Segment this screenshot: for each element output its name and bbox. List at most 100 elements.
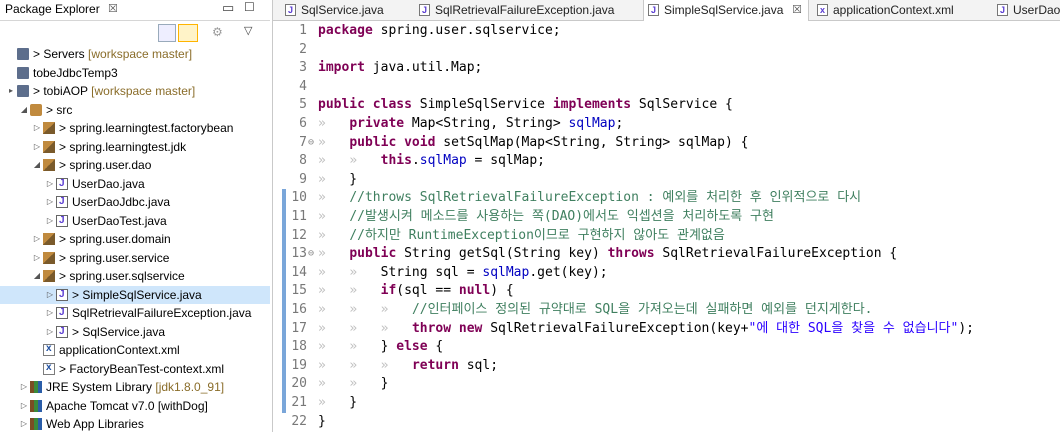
package-explorer-tab[interactable]: Package Explorer ☒ ▭ ☐	[0, 0, 270, 21]
editor-tab-label: SqlService.java	[301, 3, 384, 17]
close-icon[interactable]: ☒	[792, 0, 802, 20]
link-with-editor-icon[interactable]	[178, 24, 198, 42]
line-number: 12	[291, 227, 307, 243]
code-area[interactable]: 1 package spring.user.sqlservice; 2 3 import…	[273, 22, 1060, 432]
tree-item[interactable]: tobeJdbcTemp3	[0, 64, 270, 82]
project-icon	[17, 66, 29, 79]
code-line[interactable]: 2	[273, 41, 1060, 60]
tree-item[interactable]: ▷ > SimpleSqlService.java	[0, 285, 270, 304]
expand-toggle-icon[interactable]: ▷	[19, 378, 29, 396]
tree-item-label: > spring.user.domain	[59, 232, 171, 246]
expand-toggle-icon[interactable]: ▷	[32, 249, 42, 267]
line-number: 21	[291, 395, 307, 410]
code-line[interactable]: 10 » //throws SqlRetrievalFailureExceptio…	[273, 189, 1060, 208]
code-line[interactable]: 18 » » } else {	[273, 338, 1060, 357]
editor-tab[interactable]: J SqlRetrievalFailureException.java	[415, 0, 635, 20]
expand-toggle-icon[interactable]: ▷	[32, 138, 42, 156]
expand-toggle-icon[interactable]: ▷	[45, 175, 55, 193]
tree-item[interactable]: ▷ > SqlService.java	[0, 323, 270, 341]
library-icon	[30, 381, 42, 393]
code-line[interactable]: 22}	[273, 413, 1060, 432]
code-line[interactable]: 17 » » » throw new SqlRetrievalFailureExc…	[273, 320, 1060, 339]
tree-item[interactable]: ▷ UserDaoTest.java	[0, 212, 270, 230]
editor-tab[interactable]: J SimpleSqlService.java ☒	[643, 0, 809, 21]
tree-item[interactable]: ▷ Web App Libraries	[0, 415, 270, 432]
java-icon	[56, 212, 68, 230]
code-line[interactable]: 12 » //하지만 RuntimeException이므로 구현하지 않아도 관…	[273, 227, 1060, 246]
tree-item[interactable]: ▷ Apache Tomcat v7.0 [withDog]	[0, 397, 270, 415]
code-line[interactable]: 19 » » » return sql;	[273, 357, 1060, 376]
editor-tab[interactable]: J SqlService.java	[281, 0, 409, 20]
xml-icon	[43, 340, 55, 358]
editor-tab-label: applicationContext.xml	[833, 3, 954, 17]
code-line[interactable]: 7 ⊖» public void setSqlMap(Map<String, St…	[273, 134, 1060, 153]
code-text: » » this.sqlMap = sqlMap;	[318, 153, 546, 169]
editor-tab[interactable]: x applicationContext.xml	[813, 0, 983, 20]
code-line[interactable]: 4	[273, 78, 1060, 97]
java-icon	[56, 323, 68, 341]
tree-item[interactable]: ▷ UserDao.java	[0, 175, 270, 193]
code-line[interactable]: 15 » » if(sql == null) {	[273, 282, 1060, 301]
editor-tab-label: UserDao	[1013, 3, 1060, 17]
code-line[interactable]: 11 » //발생시켜 메소드를 사용하는 쪽(DAO)에서도 익셉션을 처리하도…	[273, 208, 1060, 227]
code-line[interactable]: 13 ⊖» public String getSql(String key) th…	[273, 245, 1060, 264]
expand-toggle-icon[interactable]: ◢	[19, 101, 29, 119]
code-text: package spring.user.sqlservice;	[318, 23, 561, 38]
tree-item[interactable]: ▷ > spring.user.service	[0, 249, 270, 267]
editor-tab[interactable]: J UserDao	[993, 0, 1060, 20]
tree-item[interactable]: applicationContext.xml	[0, 340, 270, 359]
expand-toggle-icon[interactable]: ▷	[45, 323, 55, 341]
tree-item[interactable]: ▷ SqlRetrievalFailureException.java	[0, 304, 270, 322]
tree-item[interactable]: ◢ > src	[0, 101, 270, 119]
tree-item[interactable]: ▷ JRE System Library [jdk1.8.0_91]	[0, 378, 270, 396]
code-line[interactable]: 21 » }	[273, 394, 1060, 413]
tree-item[interactable]: ▷ UserDaoJdbc.java	[0, 193, 270, 211]
tree-item-label: > Servers [workspace master]	[33, 47, 193, 61]
code-text: » » } else {	[318, 339, 444, 355]
tree-item[interactable]: ◢ > spring.user.sqlservice	[0, 267, 270, 285]
tree-item[interactable]: ▷ > spring.user.domain	[0, 230, 270, 248]
minimize-icon[interactable]: ▭	[222, 0, 234, 16]
view-menu-icon[interactable]: ▽	[244, 24, 260, 40]
expand-toggle-icon[interactable]: ◢	[32, 267, 42, 285]
close-icon[interactable]: ☒	[108, 2, 118, 15]
tree-item-label: > spring.user.sqlservice	[59, 269, 185, 283]
expand-toggle-icon[interactable]: ▷	[32, 230, 42, 248]
maximize-icon[interactable]: ☐	[244, 0, 255, 14]
expand-toggle-icon[interactable]: ▷	[19, 415, 29, 432]
code-line[interactable]: 14 » » String sql = sqlMap.get(key);	[273, 264, 1060, 283]
tree-item[interactable]: > FactoryBeanTest-context.xml	[0, 359, 270, 378]
tree-item[interactable]: ▸ > tobiAOP [workspace master]	[0, 82, 270, 100]
code-line[interactable]: 5 public class SimpleSqlService implement…	[273, 96, 1060, 115]
expand-toggle-icon[interactable]: ▷	[45, 286, 55, 304]
fold-icon[interactable]: ⊖	[308, 134, 314, 153]
code-line[interactable]: 16 » » » //인터페이스 정의된 규약대로 SQL을 가져오는데 실패하면…	[273, 301, 1060, 320]
expand-toggle-icon[interactable]: ▸	[6, 82, 16, 100]
expand-toggle-icon[interactable]: ◢	[32, 156, 42, 174]
focus-icon[interactable]: ⚙	[212, 25, 228, 41]
collapse-all-icon[interactable]	[158, 24, 176, 42]
expand-toggle-icon[interactable]: ▷	[45, 304, 55, 322]
tree-item[interactable]: > Servers [workspace master]	[0, 45, 270, 63]
expand-toggle-icon[interactable]: ▷	[19, 397, 29, 415]
expand-toggle-icon[interactable]: ▷	[45, 193, 55, 211]
package-icon	[43, 122, 55, 134]
library-icon	[30, 399, 42, 412]
code-line[interactable]: 1 package spring.user.sqlservice;	[273, 22, 1060, 41]
code-line[interactable]: 20 » » }	[273, 375, 1060, 394]
line-number: 9	[299, 171, 307, 187]
tree-item[interactable]: ◢ > spring.user.dao	[0, 156, 270, 174]
tree-item-label: applicationContext.xml	[59, 343, 180, 357]
code-line[interactable]: 6 » private Map<String, String> sqlMap;	[273, 115, 1060, 134]
fold-icon[interactable]: ⊖	[308, 245, 314, 264]
line-number: 11	[291, 209, 307, 224]
expand-toggle-icon[interactable]: ▷	[32, 119, 42, 137]
expand-toggle-icon[interactable]: ▷	[45, 212, 55, 230]
tree-item[interactable]: ▷ > spring.learningtest.jdk	[0, 138, 270, 156]
line-number: 1	[299, 23, 307, 38]
code-line[interactable]: 3 import java.util.Map;	[273, 59, 1060, 78]
code-line[interactable]: 8 » » this.sqlMap = sqlMap;	[273, 152, 1060, 171]
tree-item[interactable]: ▷ > spring.learningtest.factorybean	[0, 119, 270, 137]
line-number: 20	[291, 376, 307, 392]
code-line[interactable]: 9 » }	[273, 171, 1060, 190]
